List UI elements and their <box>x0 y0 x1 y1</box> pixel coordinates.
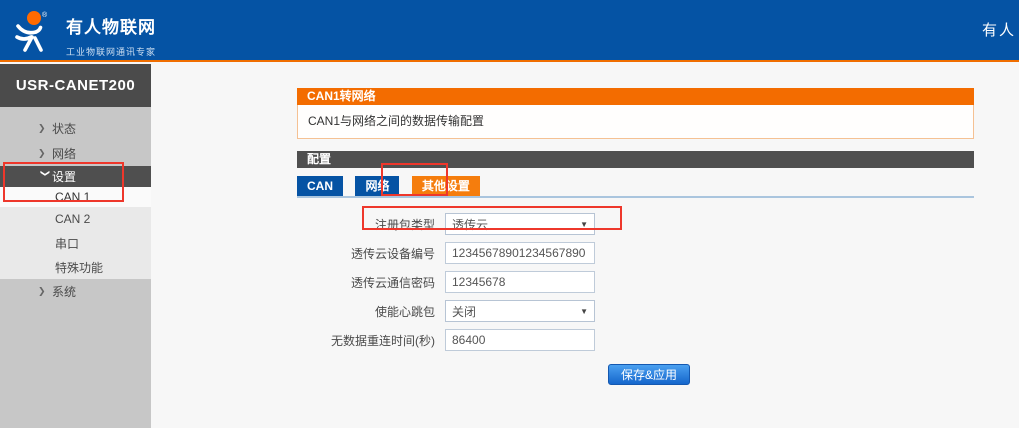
form-actions: 保存&应用 <box>297 364 974 385</box>
brand-title: 有人物联网 <box>66 13 156 38</box>
sidebar-item-label: 系统 <box>52 283 76 300</box>
sidebar-item-label: 串口 <box>55 235 79 252</box>
device-title: USR-CANET200 <box>0 64 151 107</box>
cloud-password-input[interactable] <box>445 271 595 293</box>
sidebar-item-serial[interactable]: 串口 <box>0 231 151 255</box>
annotation-box-tab <box>381 163 448 196</box>
settings-form: 注册包类型 透传云 ▼ 透传云设备编号 透传云通信密码 使能心跳包 关闭 ▼ 无… <box>297 213 974 351</box>
main-content: CAN1转网络 CAN1与网络之间的数据传输配置 配置 CAN 网络 其他设置 … <box>297 88 974 385</box>
save-apply-button[interactable]: 保存&应用 <box>608 364 690 385</box>
cloud-password-label: 透传云通信密码 <box>297 274 445 291</box>
annotation-box-field <box>362 206 622 230</box>
sidebar-item-label: 状态 <box>52 120 76 137</box>
form-row: 透传云通信密码 <box>297 271 974 293</box>
cloud-device-id-input[interactable] <box>445 242 595 264</box>
usr-logo-icon: ® <box>12 8 60 54</box>
svg-text:®: ® <box>42 11 48 19</box>
heartbeat-enable-select[interactable]: 关闭 ▼ <box>445 300 595 322</box>
header-right-link[interactable]: 有人 <box>982 19 1016 40</box>
sidebar-nav: ❯ 状态 ❯ 网络 ❯ 设置 CAN 1 CAN 2 串口 特殊功能 ❯ 系统 <box>0 116 151 304</box>
tab-can[interactable]: CAN <box>297 176 343 196</box>
sidebar: USR-CANET200 ❯ 状态 ❯ 网络 ❯ 设置 CAN 1 CAN 2 … <box>0 64 151 428</box>
page-title: CAN1转网络 <box>297 88 974 105</box>
form-row: 透传云设备编号 <box>297 242 974 264</box>
brand-tagline: 工业物联网通讯专家 <box>66 45 156 58</box>
app-header: ® 有人物联网 工业物联网通讯专家 有人 <box>0 0 1019 62</box>
chevron-right-icon: ❯ <box>38 148 52 159</box>
cloud-device-id-label: 透传云设备编号 <box>297 245 445 262</box>
annotation-box-menu <box>3 162 124 202</box>
brand-block: 有人物联网 工业物联网通讯专家 <box>66 13 156 58</box>
sidebar-item-special-function[interactable]: 特殊功能 <box>0 255 151 279</box>
form-row: 无数据重连时间(秒) <box>297 329 974 351</box>
sidebar-item-system[interactable]: ❯ 系统 <box>0 279 151 304</box>
reconnect-time-label: 无数据重连时间(秒) <box>297 332 445 349</box>
dropdown-arrow-icon: ▼ <box>580 307 588 316</box>
heartbeat-enable-label: 使能心跳包 <box>297 303 445 320</box>
sidebar-item-label: 特殊功能 <box>55 259 103 276</box>
sidebar-item-label: 网络 <box>52 145 76 162</box>
sidebar-item-status[interactable]: ❯ 状态 <box>0 116 151 141</box>
chevron-right-icon: ❯ <box>38 123 52 134</box>
select-value: 关闭 <box>452 303 476 320</box>
reconnect-time-input[interactable] <box>445 329 595 351</box>
sidebar-item-label: CAN 2 <box>55 212 90 226</box>
chevron-right-icon: ❯ <box>38 286 52 297</box>
form-row: 使能心跳包 关闭 ▼ <box>297 300 974 322</box>
sidebar-item-can2[interactable]: CAN 2 <box>0 207 151 231</box>
page-description: CAN1与网络之间的数据传输配置 <box>297 105 974 139</box>
